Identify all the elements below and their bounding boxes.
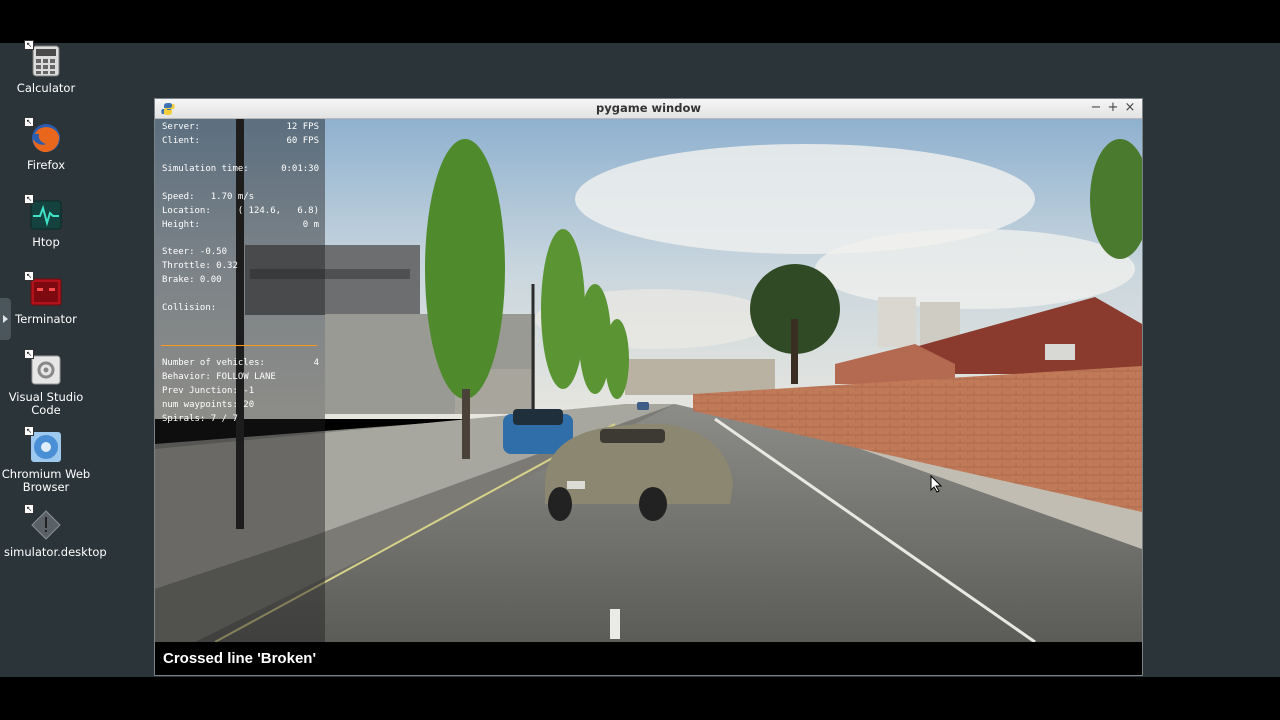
distant-building (625, 359, 775, 395)
tower (878, 297, 916, 347)
hud-label: Location: (162, 206, 211, 216)
window-title: pygame window (595, 101, 702, 115)
desktop-icon-label: Terminator (15, 312, 77, 326)
poplar-tree (541, 229, 585, 389)
desktop-icon-label: Firefox (26, 158, 66, 172)
htop-icon: ↖ (24, 194, 62, 231)
chromium-icon: ↖ (24, 426, 62, 463)
hud-throttle: Throttle: 0.32 (162, 261, 238, 271)
terminator-icon: ↖ (24, 271, 62, 308)
hud-steer: Steer: -0.50 (162, 247, 228, 257)
poplar-tree (579, 284, 611, 394)
maximize-button[interactable]: + (1105, 100, 1121, 116)
hud-value: 12 FPS (286, 122, 319, 132)
hud-location: Location: ( 124.6, 6.8) (162, 206, 319, 216)
hud-vehicles: Number of vehicles: 4 (162, 358, 319, 368)
hud-label: Server: (162, 122, 200, 132)
lane-dash (610, 609, 620, 639)
hud-collision-graph (161, 345, 317, 346)
hud-label: Client: (162, 136, 200, 146)
hud-speed: Speed: 1.70 m/s (162, 192, 255, 202)
desktop-icon-label: Chromium Web Browser (1, 467, 91, 494)
desktop-icon-simulator[interactable]: ↖ simulator.desktop (0, 504, 107, 559)
minimize-button[interactable]: − (1088, 100, 1104, 116)
tree-trunk (462, 389, 470, 459)
hud-client: Client: 60 FPS (162, 136, 319, 146)
notification-text: Crossed line 'Broken' (163, 650, 317, 667)
notification-bar: Crossed line 'Broken' (155, 642, 1142, 675)
desktop-icon-label: Visual Studio Code (8, 390, 84, 417)
tree-trunk (791, 319, 798, 384)
hud-brake: Brake: 0.00 (162, 275, 222, 285)
desktop-icon-vscode[interactable]: ↖ Visual Studio Code (0, 349, 92, 417)
close-button[interactable]: × (1122, 100, 1138, 116)
hud-value: 0:01:30 (281, 164, 319, 174)
hud-collision: Collision: (162, 303, 217, 313)
desktop-icon-chromium[interactable]: ↖ Chromium Web Browser (0, 426, 92, 494)
desktop-icon-label: simulator.desktop (4, 545, 107, 559)
desktop-icon-htop[interactable]: ↖ Htop (0, 194, 92, 249)
hud-panel: Server: 12 FPS Client: 60 FPS Simulation t… (155, 119, 325, 642)
hud-value: ( 124.6, 6.8) (237, 206, 319, 216)
calculator-icon: ↖ (24, 40, 62, 77)
mouse-cursor-icon (930, 475, 942, 493)
simulation-view: Server: 12 FPS Client: 60 FPS Simulation t… (155, 119, 1142, 642)
hud-server: Server: 12 FPS (162, 122, 319, 132)
hud-label: Number of vehicles: (162, 358, 265, 368)
desktop-icon-firefox[interactable]: ↖ Firefox (0, 117, 92, 172)
desktop-icon-terminator[interactable]: ↖ Terminator (0, 271, 92, 326)
hud-height: Height: 0 m (162, 220, 319, 230)
window-titlebar[interactable]: pygame window − + × (155, 99, 1142, 119)
hud-value: 4 (313, 358, 319, 368)
hud-value: 0 m (302, 220, 319, 230)
desktop-icon-label: Htop (32, 235, 60, 249)
hud-spirals: Spirals: 7 / 7 (162, 414, 238, 424)
desktop-icon-calculator[interactable]: ↖ Calculator (0, 40, 92, 95)
cloud (815, 229, 1135, 309)
poplar-tree (605, 319, 629, 399)
hud-waypoints: num waypoints: 20 (162, 400, 255, 410)
desktop-icon-label: Calculator (16, 81, 76, 95)
hud-behavior: Behavior: FOLLOW LANE (162, 372, 276, 382)
firefox-icon: ↖ (24, 117, 62, 154)
vscode-icon: ↖ (24, 349, 62, 386)
distant-car (637, 402, 649, 410)
poplar-tree (425, 139, 505, 399)
pygame-window[interactable]: pygame window − + × Server: 12 FPS Clien… (154, 98, 1143, 676)
desktop-file-icon: ↖ (24, 504, 62, 541)
house-window (1045, 344, 1075, 360)
hud-value: 60 FPS (286, 136, 319, 146)
hud-prev-junction: Prev Junction: -1 (162, 386, 255, 396)
letterbox-bottom (0, 677, 1280, 720)
hud-sim-time: Simulation time: 0:01:30 (162, 164, 319, 174)
hud-label: Simulation time: (162, 164, 249, 174)
letterbox-top (0, 0, 1280, 43)
hud-label: Height: (162, 220, 200, 230)
